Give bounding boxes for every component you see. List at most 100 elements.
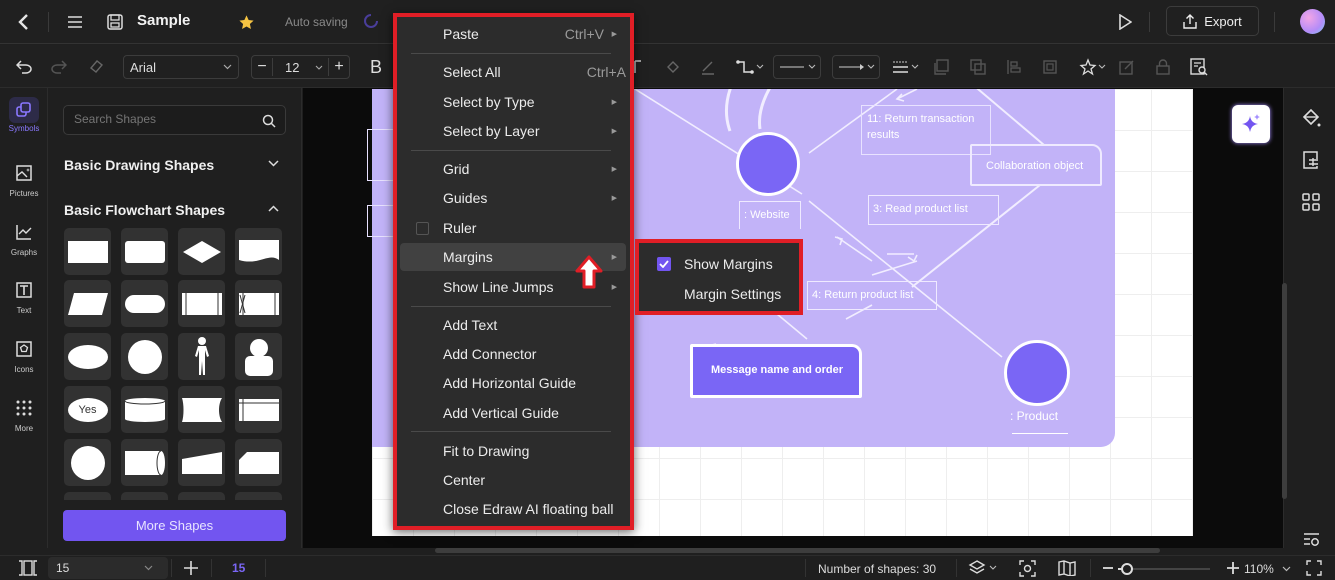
search-icon[interactable]: [262, 114, 276, 128]
menu-item-add-horizontal-guide[interactable]: Add Horizontal Guide: [400, 369, 626, 397]
edraw-ai-floating-ball[interactable]: [1232, 105, 1270, 143]
focus-icon[interactable]: [1019, 560, 1036, 580]
fullscreen-icon[interactable]: [1306, 560, 1322, 579]
chevron-down-icon[interactable]: [268, 160, 279, 167]
send-back-icon[interactable]: [968, 55, 988, 79]
page-tab[interactable]: 15: [232, 561, 245, 575]
user-avatar[interactable]: [1300, 9, 1325, 34]
fill-style-icon[interactable]: [1301, 108, 1321, 133]
line-style-dropdown[interactable]: [773, 55, 821, 79]
shape-terminator[interactable]: [121, 280, 168, 327]
shape-cell[interactable]: [178, 492, 225, 500]
chevron-up-icon[interactable]: [268, 205, 279, 212]
connector-type-dropdown[interactable]: [735, 55, 765, 79]
ruler-checkbox[interactable]: [416, 222, 429, 235]
shape-process[interactable]: [64, 228, 111, 275]
rail-item-text[interactable]: Text: [0, 277, 48, 315]
fill-color-icon[interactable]: [662, 55, 684, 79]
menu-item-fit-to-drawing[interactable]: Fit to Drawing: [400, 437, 626, 465]
shape-ellipse[interactable]: [64, 333, 111, 380]
message-box[interactable]: 3: Read product list: [868, 195, 999, 225]
group-icon[interactable]: [1040, 55, 1060, 79]
shape-card[interactable]: [235, 439, 282, 486]
increase-font-button[interactable]: +: [328, 58, 349, 76]
section-basic-drawing-shapes[interactable]: Basic Drawing Shapes: [64, 157, 214, 173]
shape-user[interactable]: [235, 333, 282, 380]
menu-item-add-vertical-guide[interactable]: Add Vertical Guide: [400, 399, 626, 427]
undo-icon[interactable]: [13, 55, 35, 79]
zoom-level[interactable]: 110%: [1244, 562, 1274, 576]
message-note[interactable]: Message name and order: [690, 344, 862, 398]
menu-item-guides[interactable]: Guides ▶: [400, 184, 626, 212]
font-family-select[interactable]: Arial: [123, 55, 239, 79]
align-icon[interactable]: [1004, 55, 1024, 79]
zoom-slider-handle[interactable]: [1121, 563, 1134, 575]
menu-item-select-all[interactable]: Select All Ctrl+A: [400, 58, 626, 86]
shape-cell[interactable]: [121, 492, 168, 500]
shape-cell[interactable]: [64, 492, 111, 500]
line-color-icon[interactable]: [697, 55, 719, 79]
save-icon[interactable]: [103, 10, 127, 34]
menu-item-grid[interactable]: Grid ▶: [400, 155, 626, 183]
panel-settings-icon[interactable]: [1302, 532, 1320, 552]
shape-direct-access-storage[interactable]: [121, 439, 168, 486]
show-margins-checkbox[interactable]: [657, 257, 671, 271]
shape-delay[interactable]: [178, 386, 225, 433]
submenu-item-margin-settings[interactable]: Margin Settings: [639, 281, 799, 307]
rail-item-more[interactable]: More: [0, 395, 48, 433]
arrow-style-dropdown[interactable]: [832, 55, 880, 79]
font-size-value[interactable]: 12: [285, 60, 299, 75]
zoom-in-button[interactable]: [1226, 560, 1240, 579]
document-title[interactable]: Sample: [137, 12, 190, 29]
smart-style-dropdown[interactable]: [1078, 55, 1108, 79]
menu-button[interactable]: [63, 10, 87, 34]
shape-document[interactable]: [235, 228, 282, 275]
menu-item-select-by-type[interactable]: Select by Type ▶: [400, 88, 626, 116]
export-button[interactable]: Export: [1166, 6, 1259, 36]
shape-yes-ellipse[interactable]: Yes: [64, 386, 111, 433]
vertical-scrollbar[interactable]: [1282, 283, 1287, 499]
shape-cell[interactable]: [235, 492, 282, 500]
back-button[interactable]: [12, 10, 36, 34]
shape-rounded-rectangle[interactable]: [121, 228, 168, 275]
menu-item-add-text[interactable]: Add Text: [400, 311, 626, 339]
rail-item-symbols[interactable]: Symbols: [0, 97, 48, 133]
lock-icon[interactable]: [1153, 55, 1173, 79]
menu-item-select-by-layer[interactable]: Select by Layer ▶: [400, 117, 626, 145]
shape-predefined-process[interactable]: [178, 280, 225, 327]
zoom-out-button[interactable]: [1102, 560, 1114, 579]
shape-internal-storage-alt[interactable]: [235, 386, 282, 433]
more-shapes-button[interactable]: More Shapes: [63, 510, 286, 541]
shape-actor[interactable]: [178, 333, 225, 380]
map-icon[interactable]: [1058, 560, 1076, 579]
shape-connector-circle[interactable]: [64, 439, 111, 486]
shape-data[interactable]: [64, 280, 111, 327]
collaboration-note[interactable]: Collaboration object: [970, 144, 1102, 186]
star-icon[interactable]: [235, 11, 257, 33]
layout-grid-icon[interactable]: [1301, 192, 1321, 217]
rail-item-graphs[interactable]: Graphs: [0, 219, 48, 257]
horizontal-scrollbar[interactable]: [435, 548, 1160, 553]
section-basic-flowchart-shapes[interactable]: Basic Flowchart Shapes: [64, 202, 225, 218]
menu-item-add-connector[interactable]: Add Connector: [400, 340, 626, 368]
menu-item-center[interactable]: Center: [400, 466, 626, 494]
message-box[interactable]: 4: Return product list: [807, 281, 937, 310]
website-node[interactable]: [736, 132, 800, 196]
page-format-icon[interactable]: [1301, 150, 1321, 175]
decrease-font-button[interactable]: −: [252, 58, 273, 76]
page-view-icon[interactable]: [18, 560, 38, 579]
menu-item-close-ai-floating-ball[interactable]: Close Edraw AI floating ball: [400, 495, 626, 523]
format-painter-icon[interactable]: [85, 55, 107, 79]
shape-stored-data[interactable]: [121, 386, 168, 433]
shape-internal-storage[interactable]: [235, 280, 282, 327]
product-node[interactable]: [1004, 340, 1070, 406]
shape-circle[interactable]: [121, 333, 168, 380]
search-shapes-field[interactable]: [63, 105, 286, 135]
menu-item-paste[interactable]: Paste Ctrl+V ▶: [400, 20, 626, 48]
shape-decision[interactable]: [178, 228, 225, 275]
shape-manual-input[interactable]: [178, 439, 225, 486]
rail-item-icons[interactable]: Icons: [0, 336, 48, 374]
rail-item-pictures[interactable]: Pictures: [0, 160, 48, 198]
search-shapes-input[interactable]: [74, 112, 254, 126]
edit-icon[interactable]: [1117, 55, 1137, 79]
